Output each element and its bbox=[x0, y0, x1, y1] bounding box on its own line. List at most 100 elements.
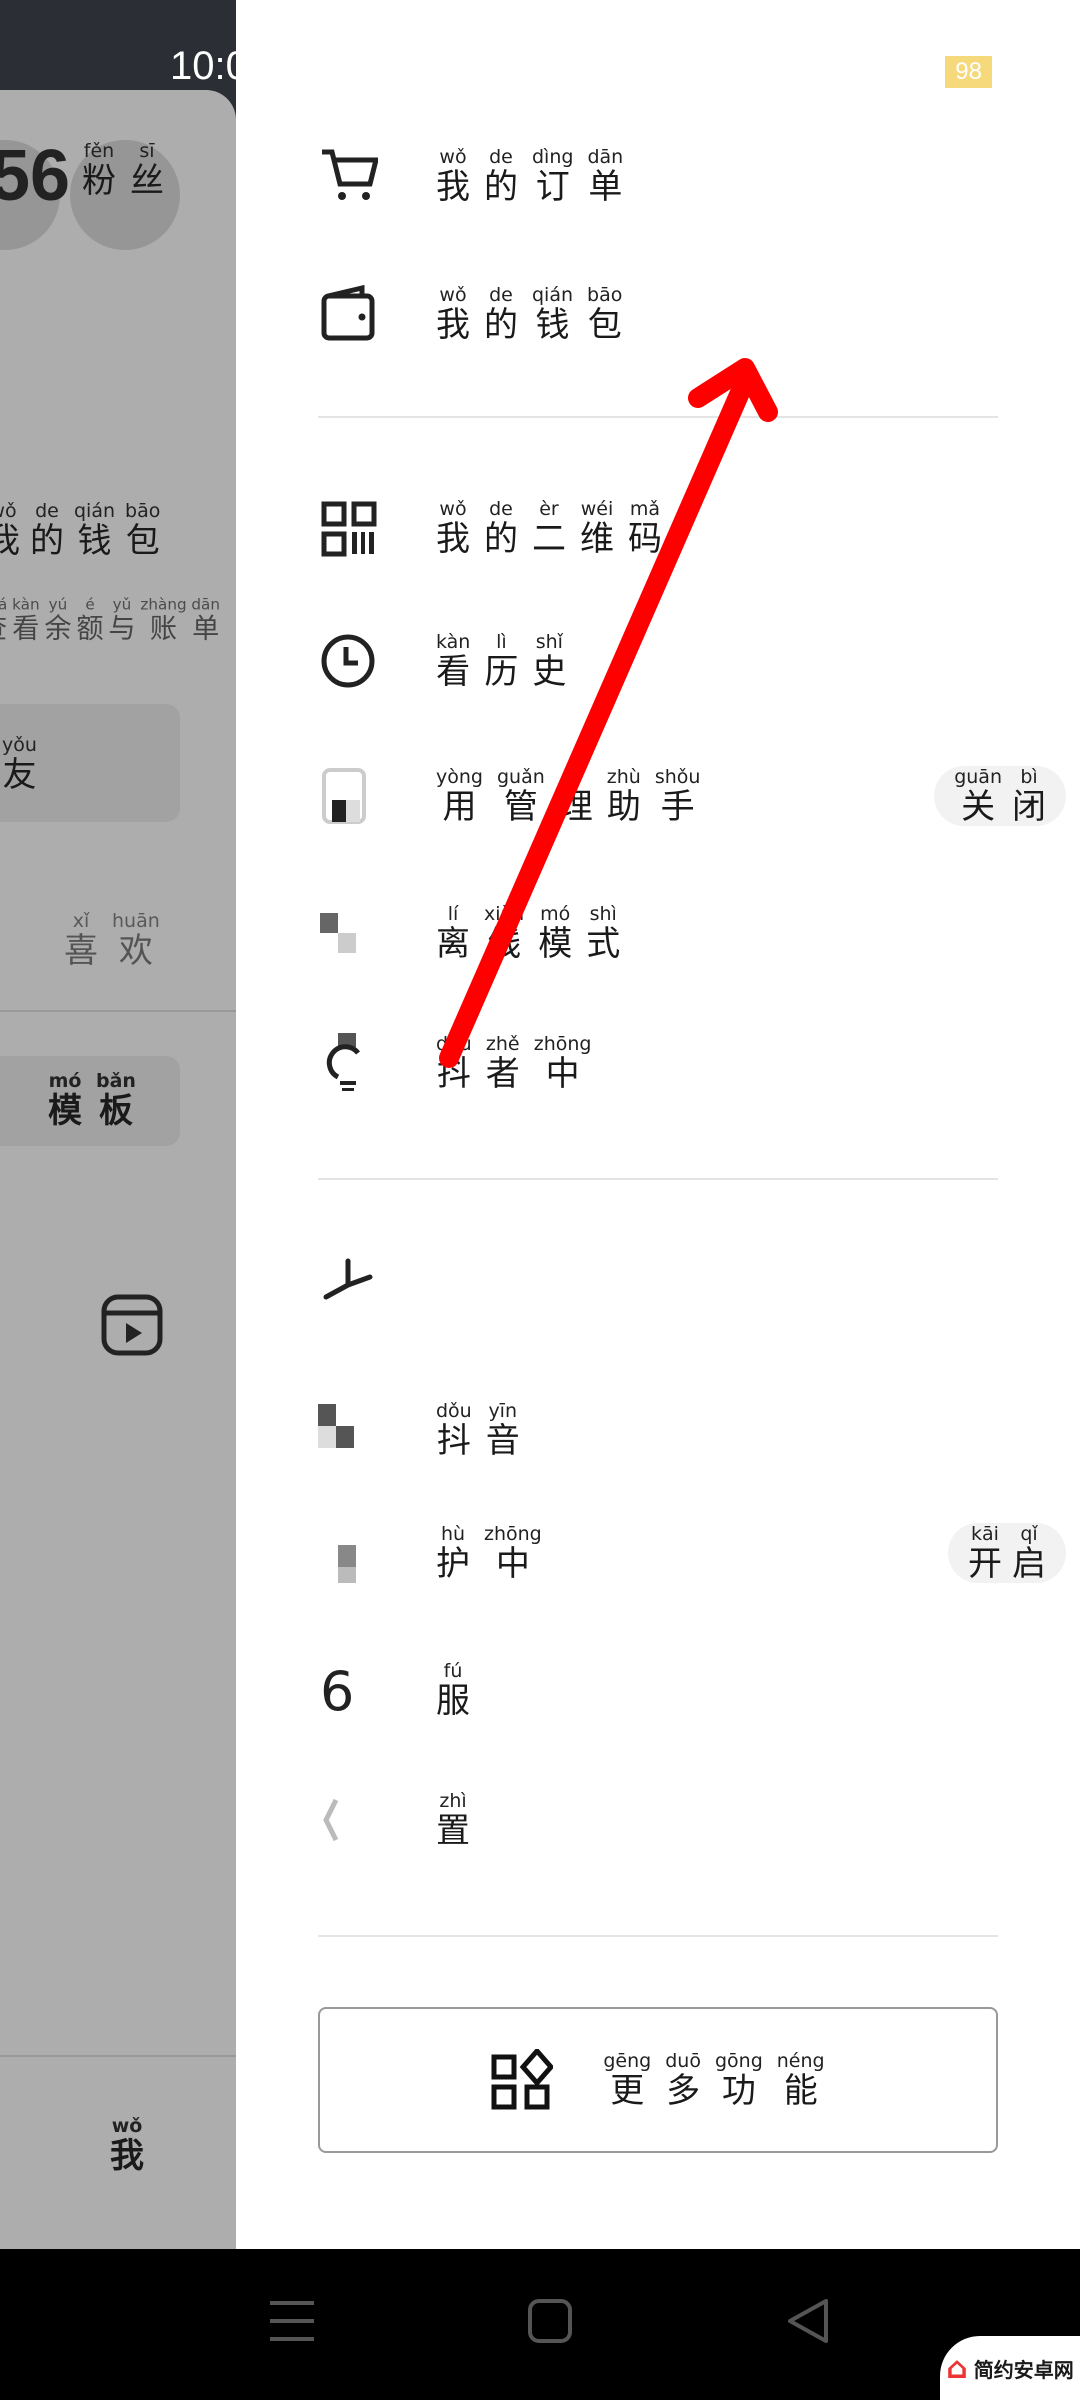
label-char: 看 kàn bbox=[436, 630, 471, 692]
drawer-item-qr-code[interactable]: 我 wǒ 的 de 二 èr 维 wéi 码 mǎ bbox=[236, 478, 1080, 578]
label-char: 二 èr bbox=[532, 497, 566, 559]
watermark-logo: ⌂ 简约安卓网 bbox=[940, 2336, 1080, 2400]
grid-apps-icon bbox=[491, 2049, 554, 2110]
label-char: 的 de bbox=[30, 500, 64, 561]
label-char: 历 lì bbox=[484, 630, 519, 692]
label-char: 服 fú bbox=[436, 1659, 470, 1721]
status-toggle[interactable]: 开 kāi 启 qǐ bbox=[948, 1523, 1066, 1583]
status-time: 10:0 bbox=[170, 44, 236, 88]
label-char: 单 dān bbox=[191, 596, 221, 645]
label-char: 看 kàn bbox=[12, 596, 40, 645]
profile-background: 10:0 56 粉fěn 丝sī 我wǒ 的de 钱qián包bāo 查chá 看kàn… bbox=[0, 0, 236, 2249]
label-char: 友 yǒu bbox=[2, 734, 37, 795]
label-char: 包 bāo bbox=[587, 283, 623, 345]
label-char: 开 kāi bbox=[968, 1522, 1002, 1584]
left-wallet-label[interactable]: 我wǒ 的de 钱qián包bāo bbox=[0, 500, 160, 560]
side-drawer: 98 我 wǒ 的 de 订 dìng 单 dān 我 wǒ 的 de 钱 qián 包 bāo 我 wǒ 的 de 二… bbox=[236, 0, 1080, 2249]
label-char: 抖 dǒu bbox=[436, 1032, 472, 1094]
drawer-item-clock[interactable]: 看 kàn 历 lì 史 shǐ bbox=[236, 611, 1080, 711]
label-char: 我wǒ bbox=[436, 497, 470, 559]
drawer-item-shield[interactable]: 护 hù 中 zhōng 开 kāi 启 qǐ bbox=[236, 1503, 1080, 1603]
divider bbox=[318, 1178, 998, 1180]
drawer-item-label: 我 wǒ 的 de 钱 qián 包 bāo bbox=[436, 284, 622, 344]
label-char: 中 zhōng bbox=[533, 1032, 592, 1094]
svg-text:6: 6 bbox=[320, 1660, 354, 1720]
label-char: 钱 qián bbox=[532, 283, 574, 345]
drawer-item-douyin[interactable]: 抖 dǒu 音 yīn bbox=[236, 1380, 1080, 1480]
label-char: 置 zhì bbox=[436, 1789, 470, 1851]
label-char: 者 zhě bbox=[485, 1032, 520, 1094]
drawer-item-label: 护 hù 中 zhōng bbox=[436, 1523, 542, 1583]
tab-me[interactable]: 我 wǒ bbox=[110, 2115, 144, 2175]
friends-label: 友 yǒu bbox=[2, 734, 37, 794]
video-reel-icon[interactable] bbox=[100, 1293, 164, 1357]
drawer-item-offline[interactable]: 离 lí 线 xiàn 模 mó 式 shì bbox=[236, 883, 1080, 983]
watermark-house-icon: ⌂ bbox=[946, 2350, 968, 2386]
drawer-item-settings[interactable]: 置 zhì bbox=[236, 1770, 1080, 1870]
divider bbox=[0, 2055, 236, 2057]
drawer-item-wallet[interactable]: 我 wǒ 的 de 钱 qián 包 bāo bbox=[236, 264, 1080, 364]
label-char: 欢 huān bbox=[112, 910, 160, 971]
divider bbox=[0, 1010, 236, 1012]
sparkle-icon bbox=[323, 1258, 373, 1300]
more-features-button[interactable]: 更 gēng 多 duō 功 gōng 能 néng bbox=[318, 2007, 998, 2153]
recents-icon[interactable] bbox=[270, 2299, 314, 2343]
drawer-item-cart[interactable]: 我 wǒ 的 de 订 dìng 单 dān bbox=[236, 126, 1080, 226]
drawer-item-label: 看 kàn 历 lì 史 shǐ bbox=[436, 631, 566, 691]
profile-card bbox=[0, 90, 236, 2249]
status-toggle[interactable]: 关 guān 闭 bì bbox=[934, 766, 1066, 826]
cart-icon bbox=[322, 149, 378, 200]
drawer-item-headset[interactable]: 6 服 fú bbox=[236, 1640, 1080, 1740]
douyin-icon bbox=[318, 1404, 354, 1448]
template-card[interactable]: 模 mó 板 bǎn bbox=[0, 1056, 180, 1146]
label-char: 闭 bì bbox=[1012, 765, 1046, 827]
label-char: 手 shǒu bbox=[654, 765, 701, 827]
label-char: 启 qǐ bbox=[1012, 1522, 1046, 1584]
offline-icon bbox=[320, 913, 356, 953]
fans-label: 粉 fěn 丝 sī bbox=[82, 140, 164, 200]
label-char: 式 shì bbox=[586, 902, 621, 964]
drawer-item-label: 我 wǒ 的 de 二 èr 维 wéi 码 mǎ bbox=[436, 498, 662, 558]
label-char: 的 de bbox=[484, 497, 518, 559]
label-char: 更 gēng bbox=[603, 2049, 652, 2111]
drawer-item-sparkle[interactable] bbox=[236, 1235, 1080, 1335]
label-char: 查chá bbox=[0, 596, 7, 644]
friends-card[interactable]: 友 yǒu bbox=[0, 704, 180, 822]
back-icon[interactable] bbox=[786, 2299, 830, 2343]
label-char: 余 yú bbox=[44, 596, 72, 645]
drawer-item-lightbulb[interactable]: 抖 dǒu 者 zhě 中 zhōng bbox=[236, 1013, 1080, 1113]
label-char: 音 yīn bbox=[485, 1399, 520, 1461]
label-char: 模 mó bbox=[538, 902, 573, 964]
drawer-item-label: 用 yòng 管 guǎn 理 lǐ 助 zhù 手 shǒu bbox=[436, 766, 700, 826]
drawer-item-app-manager[interactable]: 用 yòng 管 guǎn 理 lǐ 助 zhù 手 shǒu 关 guān 闭 bì bbox=[236, 746, 1080, 846]
drawer-item-label: 离 lí 线 xiàn 模 mó 式 shì bbox=[436, 903, 620, 963]
template-label: 模 mó 板 bǎn bbox=[48, 1070, 136, 1130]
clock-icon bbox=[321, 634, 375, 688]
drawer-item-label: 抖 dǒu 者 zhě 中 zhōng bbox=[436, 1033, 591, 1093]
label-char: 功 gōng bbox=[714, 2049, 763, 2111]
wallet-icon bbox=[321, 284, 375, 341]
label-char: 关 guān bbox=[954, 765, 1002, 827]
headset-icon: 6 bbox=[320, 1660, 354, 1720]
label-char: 能 néng bbox=[776, 2049, 825, 2111]
label-char: 我wǒ bbox=[0, 500, 20, 561]
battery-indicator: 98 bbox=[945, 56, 992, 88]
divider bbox=[318, 416, 998, 418]
likes-tab[interactable]: 喜 xǐ 欢 huān bbox=[64, 910, 160, 970]
label-char: 的 de bbox=[484, 283, 518, 345]
label-char: 抖 dǒu bbox=[436, 1399, 472, 1461]
drawer-item-label: 服 fú bbox=[436, 1660, 470, 1720]
label-char: 用 yòng bbox=[436, 765, 483, 827]
qr-code-icon bbox=[321, 501, 377, 557]
label-char: 的 de bbox=[484, 145, 518, 207]
label-char: 助 zhù bbox=[606, 765, 641, 827]
home-icon[interactable] bbox=[528, 2299, 572, 2343]
label-char: 粉 fěn bbox=[82, 140, 116, 201]
label-char: 订 dìng bbox=[532, 145, 574, 207]
label-char: 板 bǎn bbox=[96, 1070, 136, 1131]
drawer-item-label: 置 zhì bbox=[436, 1790, 470, 1850]
label-char: 护 hù bbox=[436, 1522, 470, 1584]
label-char: 丝 sī bbox=[130, 140, 164, 201]
label-char: 我wǒ bbox=[436, 145, 470, 207]
label-char: 中 zhōng bbox=[484, 1522, 542, 1584]
